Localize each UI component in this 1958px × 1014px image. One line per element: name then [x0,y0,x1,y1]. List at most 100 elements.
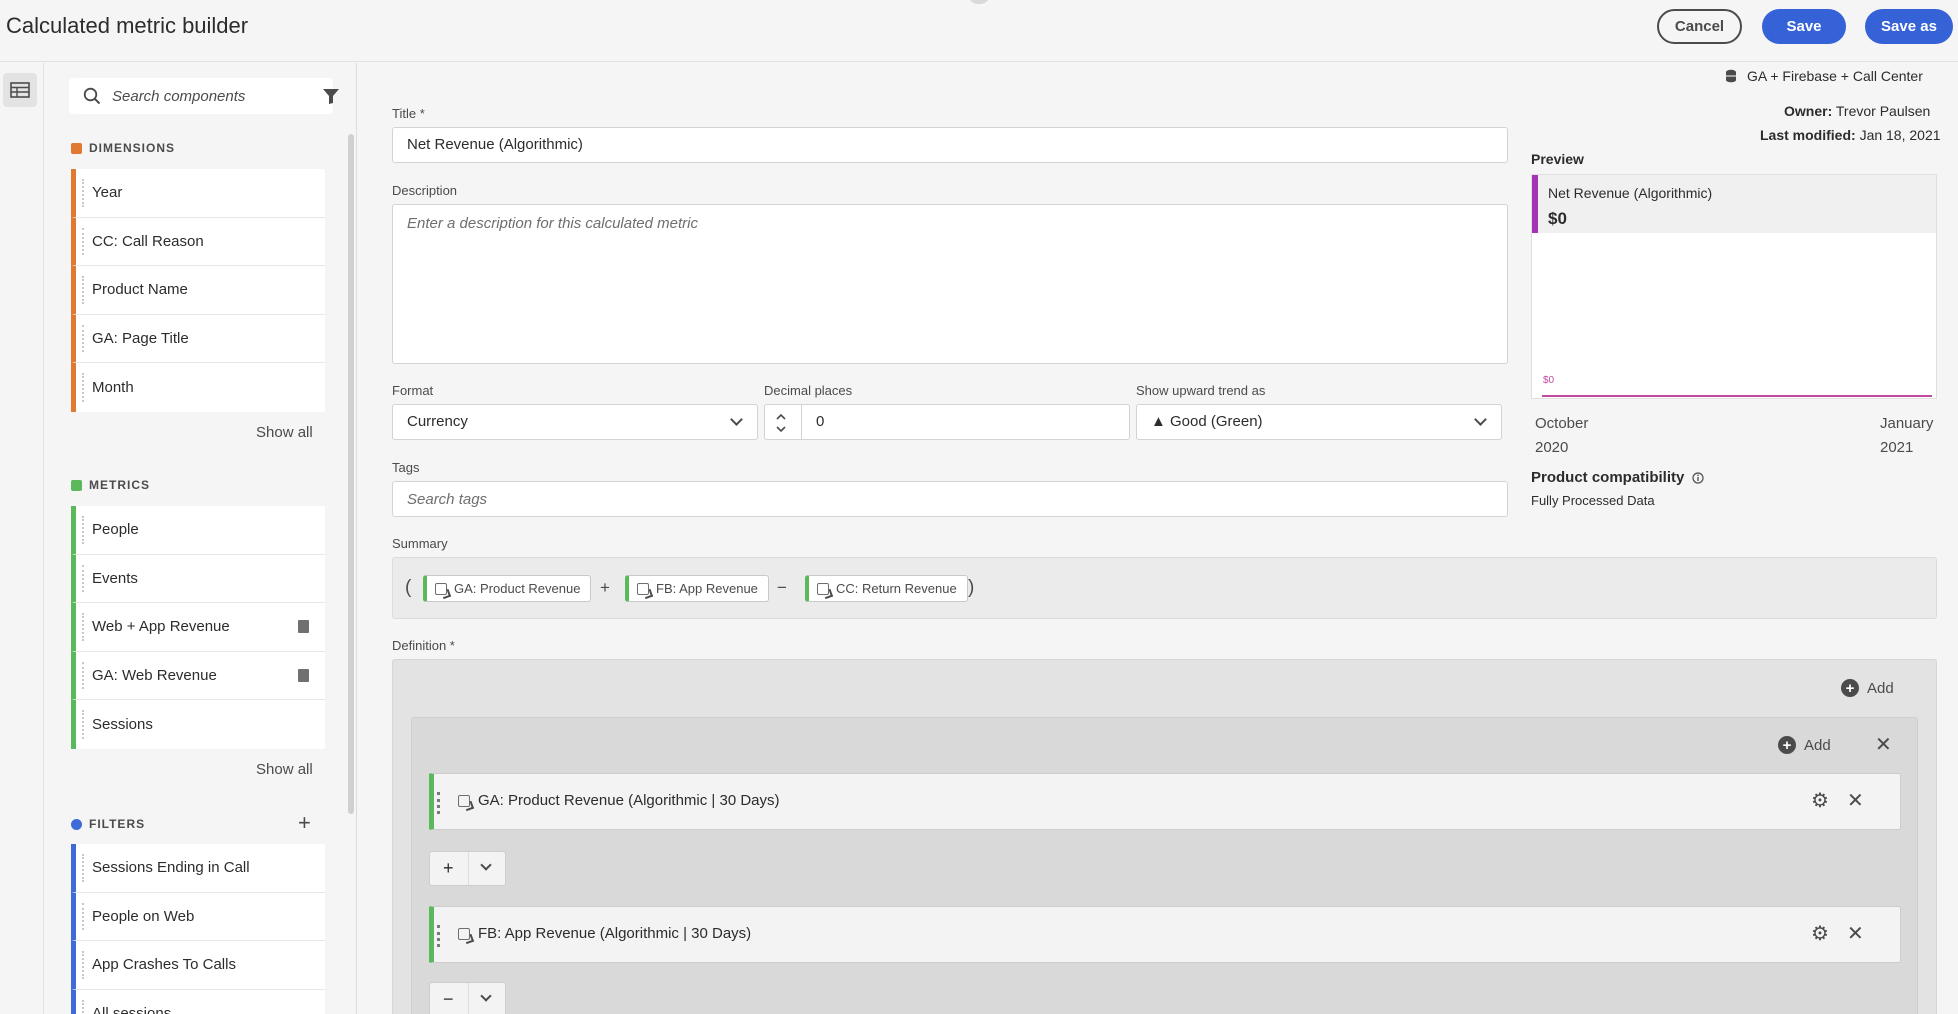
metric-item[interactable]: People [71,506,325,555]
drag-handle-icon[interactable] [437,925,440,947]
tags-input[interactable]: Search tags [392,481,1508,517]
filter-item[interactable]: People on Web [71,892,325,941]
metric-icon [637,582,649,595]
product-compatibility-value: Fully Processed Data [1531,493,1655,508]
definition-canvas: + Add + Add ✕ GA: Product Revenue (Algor… [392,659,1937,1014]
gear-icon[interactable]: ⚙ [1811,924,1829,944]
definition-add-button[interactable]: + Add [1841,679,1894,697]
summary-expression: ( GA: Product Revenue + FB: App Revenue … [392,557,1937,619]
chevron-down-icon [480,990,492,1002]
filter-item[interactable]: All sessions [71,989,325,1014]
metric-item[interactable]: Events [71,554,325,603]
metric-icon [458,927,470,940]
title-field[interactable]: Net Revenue (Algorithmic) [392,127,1508,163]
components-panel-toggle[interactable] [3,73,37,107]
dimension-item[interactable]: Product Name [71,266,325,315]
axis-end-year: 2021 [1880,439,1914,456]
operator-select-minus[interactable]: − [429,982,506,1014]
filter-segment-icon [71,818,82,830]
operator-symbol: + [443,858,454,878]
preview-label: Preview [1531,151,1584,167]
chevron-down-icon [480,859,492,871]
search-icon [83,87,101,105]
metric-icon [817,582,829,595]
owner-line: Owner: Trevor Paulsen [1784,103,1931,119]
preview-axis-zero: $0 [1543,375,1555,386]
description-field[interactable]: Enter a description for this calculated … [392,204,1508,364]
metric-icon [458,794,470,807]
summary-open-paren: ( [405,577,412,598]
decimal-places-label: Decimal places [764,383,853,398]
format-label: Format [392,383,434,398]
container-add-button[interactable]: + Add [1778,736,1831,754]
dimensions-section-title: DIMENSIONS [71,141,175,155]
summary-chip-fb-app-revenue: FB: App Revenue [625,575,769,602]
metric-item-label: GA: Web Revenue [92,666,217,684]
decimal-places-value: 0 [816,413,825,430]
panel-scrollbar[interactable] [348,134,354,814]
metric-item[interactable]: Sessions [71,700,325,749]
preview-metric-name: Net Revenue (Algorithmic) [1548,185,1713,201]
close-icon[interactable]: ✕ [1847,924,1864,944]
info-icon[interactable] [1692,471,1704,484]
decimal-places-stepper[interactable]: 0 [764,404,1130,440]
metric-item-web-app-revenue[interactable]: Web + App Revenue [71,603,325,652]
metric-icon [435,582,447,595]
format-value: Currency [407,413,468,430]
axis-end-month: January [1880,415,1934,432]
definition-metric-row[interactable]: FB: App Revenue (Algorithmic | 30 Days) … [429,906,1901,963]
container-close-icon[interactable]: ✕ [1875,735,1892,755]
left-rail [0,63,44,1014]
metrics-show-all-link[interactable]: Show all [256,761,313,778]
dimension-item[interactable]: GA: Page Title [71,314,325,363]
calculator-icon [298,620,309,633]
dimensions-list: Year CC: Call Reason Product Name GA: Pa… [71,169,325,412]
chevron-down-icon [1474,413,1487,426]
metric-icon [71,479,82,491]
filter-icon[interactable] [322,88,340,105]
save-button[interactable]: Save [1762,9,1846,44]
dimensions-show-all-link[interactable]: Show all [256,424,313,441]
page-title: Calculated metric builder [6,13,249,38]
trend-value: ▲ Good (Green) [1151,413,1263,430]
dimension-item[interactable]: Year [71,169,325,218]
search-placeholder: Search components [112,88,246,105]
summary-operator-plus: + [600,578,610,597]
metrics-list: People Events Web + App Revenue GA: Web … [71,506,325,749]
summary-operator-minus: − [777,578,787,597]
operator-symbol: − [443,989,454,1009]
definition-metric-row[interactable]: GA: Product Revenue (Algorithmic | 30 Da… [429,773,1901,830]
tags-label: Tags [392,460,420,475]
save-as-button[interactable]: Save as [1865,9,1953,44]
chevron-down-icon [730,413,743,426]
metric-item-ga-web-revenue[interactable]: GA: Web Revenue [71,651,325,700]
component-search-input[interactable]: Search components [69,78,339,114]
trend-select[interactable]: ▲ Good (Green) [1136,404,1502,440]
definition-label: Definition * [392,638,455,653]
gear-icon[interactable]: ⚙ [1811,791,1829,811]
summary-close-paren: ) [968,577,975,598]
add-circle-icon: + [1841,679,1859,697]
stepper-arrows-icon[interactable] [775,411,787,435]
filter-item[interactable]: App Crashes To Calls [71,941,325,990]
top-drag-handle[interactable] [968,0,990,4]
product-compatibility-label: Product compatibility [1531,469,1704,486]
title-label: Title * [392,106,425,121]
last-modified-line: Last modified: Jan 18, 2021 [1760,127,1941,143]
metrics-section-title: METRICS [71,478,150,492]
preview-metric-value: $0 [1548,209,1567,228]
drag-handle-icon[interactable] [437,792,440,814]
cancel-button[interactable]: Cancel [1657,9,1742,44]
title-value: Net Revenue (Algorithmic) [407,136,583,153]
filter-item[interactable]: Sessions Ending in Call [71,844,325,893]
dimension-item[interactable]: Month [71,363,325,412]
format-select[interactable]: Currency [392,404,758,440]
operator-select-plus[interactable]: + [429,851,506,886]
data-view-selector[interactable]: GA + Firebase + Call Center [1725,68,1923,84]
dimension-item[interactable]: CC: Call Reason [71,217,325,266]
trend-label: Show upward trend as [1136,383,1266,398]
calculator-icon [298,668,309,682]
add-filter-button[interactable]: + [298,812,311,834]
close-icon[interactable]: ✕ [1847,791,1864,811]
axis-start-year: 2020 [1535,439,1569,456]
